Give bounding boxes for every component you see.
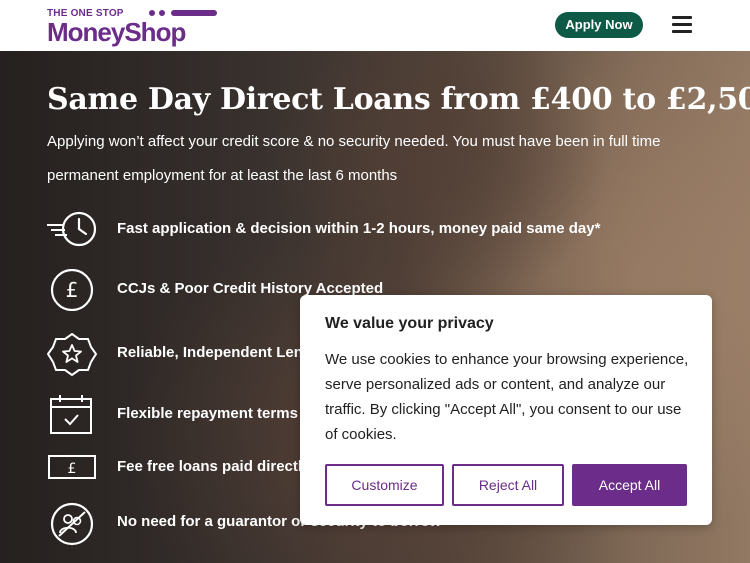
svg-text:£: £ [66,278,79,302]
no-guarantor-icon [47,502,99,546]
cookie-title: We value your privacy [325,315,494,332]
site-header: THE ONE STOP MoneyShop Apply Now [0,0,750,51]
hero-subtitle: Applying won’t affect your credit score … [47,133,661,184]
customize-button[interactable]: Customize [325,464,444,506]
svg-text:£: £ [68,461,77,477]
feature-text: Fast application & decision within 1-2 h… [117,220,601,237]
moneyshop-logo[interactable]: THE ONE STOP MoneyShop [47,8,222,47]
hero-title: Same Day Direct Loans from £400 to £2,50… [47,82,750,117]
feature-fast-decision: Fast application & decision within 1-2 h… [47,209,747,249]
logo-name: MoneyShop [47,17,186,47]
pound-circle-icon: £ [47,268,99,312]
cookie-description: We use cookies to enhance your browsing … [325,351,689,443]
reject-all-button[interactable]: Reject All [452,464,564,506]
feature-text: Fee free loans paid directly [117,458,311,475]
feature-text: Reliable, Independent Lend [117,344,313,361]
calendar-check-icon [47,394,99,434]
apply-now-button[interactable]: Apply Now [555,12,643,38]
logo-dots-decoration [149,9,219,17]
star-badge-icon [46,332,99,377]
cookie-consent-dialog: We value your privacy We use cookies to … [300,295,712,525]
pound-banknote-icon: £ [47,447,99,487]
feature-text: Flexible repayment terms f [117,405,308,422]
accept-all-button[interactable]: Accept All [572,464,687,506]
fast-clock-icon [47,209,99,249]
hamburger-menu-icon[interactable] [672,16,692,34]
